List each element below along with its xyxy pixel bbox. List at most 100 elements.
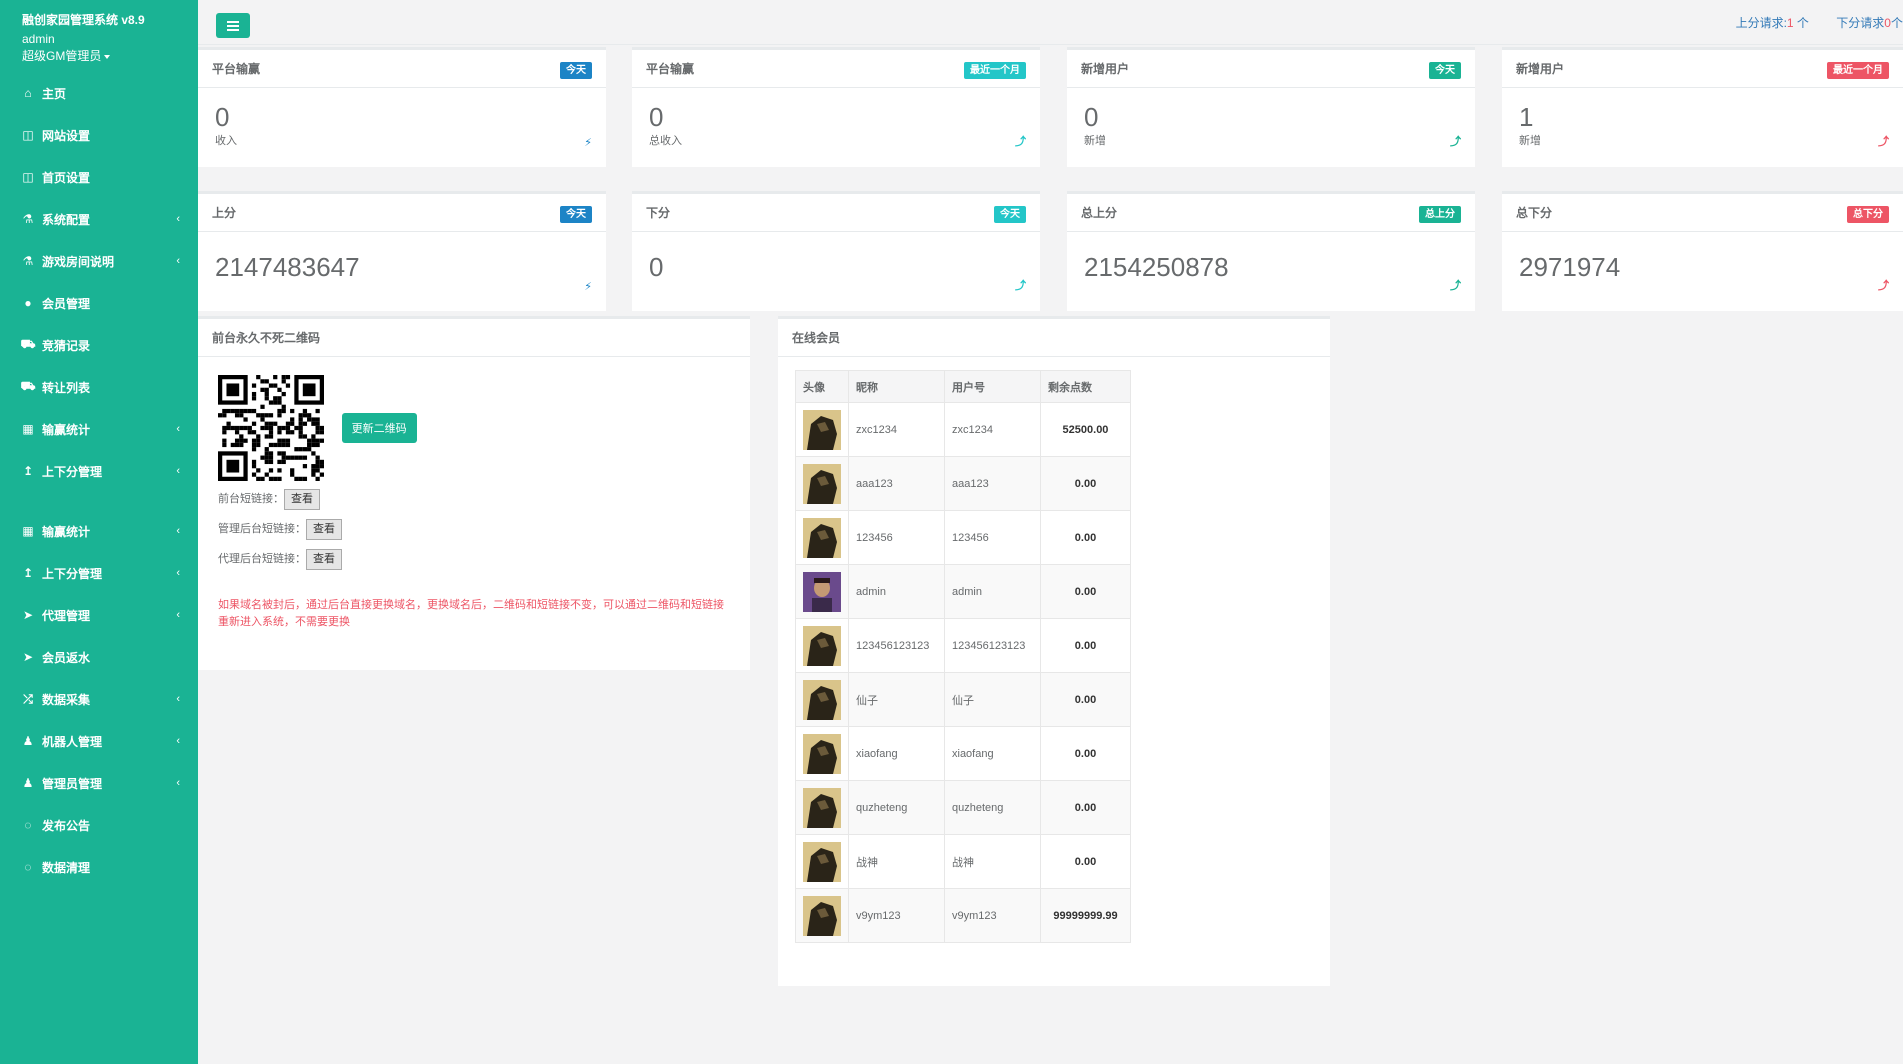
table-row[interactable]: admin admin 0.00 bbox=[795, 564, 1131, 619]
sidebar-item-17[interactable]: ◌ 发布公告 bbox=[0, 804, 198, 846]
view-link-button[interactable]: 查看 bbox=[306, 519, 342, 540]
stat-card-header: 平台输赢 今天 bbox=[198, 50, 606, 88]
down-request-link[interactable]: 下分请求0个 bbox=[1836, 16, 1903, 30]
chevron-left-icon: ‹ bbox=[176, 693, 180, 705]
sidebar-item-label: 转让列表 bbox=[42, 380, 91, 395]
chevron-left-icon: ‹ bbox=[176, 735, 180, 747]
flask-icon: ⚗ bbox=[22, 254, 34, 268]
nickname-cell: 仙子 bbox=[848, 672, 945, 727]
sidebar-item-16[interactable]: ♟ 管理员管理 ‹ bbox=[0, 762, 198, 804]
stat-card: 新增用户 今天 0 新增 ⤴ bbox=[1067, 47, 1475, 167]
user-role-dropdown[interactable]: 超级GM管理员 bbox=[22, 48, 198, 65]
sidebar-item-label: 上下分管理 bbox=[42, 566, 103, 581]
stat-card: 平台输赢 最近一个月 0 总收入 ⤴ bbox=[632, 47, 1040, 167]
sidebar-item-1[interactable]: ◫ 网站设置 bbox=[0, 114, 198, 156]
stat-card-header: 新增用户 最近一个月 bbox=[1502, 50, 1903, 88]
level-up-icon: ⤴ bbox=[1450, 136, 1461, 148]
sidebar-item-label: 代理管理 bbox=[42, 608, 91, 623]
comment-icon: ◌ bbox=[24, 818, 32, 832]
nickname-cell: 123456123123 bbox=[848, 618, 945, 673]
table-row[interactable]: v9ym123 v9ym123 99999999.99 bbox=[795, 888, 1131, 943]
short-link-label: 前台短链接： bbox=[218, 493, 284, 505]
sidebar-item-6[interactable]: ⛟ 竞猜记录 bbox=[0, 324, 198, 366]
down-request-label: 下分请求 bbox=[1836, 16, 1885, 30]
stat-card-header: 上分 今天 bbox=[198, 194, 606, 232]
view-link-button[interactable]: 查看 bbox=[306, 549, 342, 570]
stat-card-header: 总上分 总上分 bbox=[1067, 194, 1475, 232]
user-id-cell: admin bbox=[944, 564, 1041, 619]
user-id-cell: 123456123123 bbox=[944, 618, 1041, 673]
stat-card-header: 新增用户 今天 bbox=[1067, 50, 1475, 88]
table-row[interactable]: 仙子 仙子 0.00 bbox=[795, 672, 1131, 727]
nickname-cell: admin bbox=[848, 564, 945, 619]
view-link-button[interactable]: 查看 bbox=[284, 489, 320, 510]
sidebar-item-8[interactable]: ▦ 输赢统计 ‹ bbox=[0, 408, 198, 450]
sidebar-item-label: 首页设置 bbox=[42, 170, 91, 185]
bolt-icon: ⚡ bbox=[584, 281, 592, 293]
user-id-cell: 仙子 bbox=[944, 672, 1041, 727]
up-request-link[interactable]: 上分请求:1 个 bbox=[1736, 16, 1809, 30]
paper-plane-icon: ➤ bbox=[22, 608, 34, 622]
bar-chart-icon: ▦ bbox=[22, 422, 34, 436]
stat-card-body: 0 ⤴ bbox=[632, 232, 1040, 311]
sidebar-item-2[interactable]: ◫ 首页设置 bbox=[0, 156, 198, 198]
sidebar-item-10[interactable]: ▦ 输赢统计 ‹ bbox=[0, 510, 198, 552]
chevron-left-icon: ‹ bbox=[176, 255, 180, 267]
sidebar-item-0[interactable]: ⌂ 主页 bbox=[0, 72, 198, 114]
points-cell: 52500.00 bbox=[1040, 402, 1131, 457]
down-request-count: 0 bbox=[1884, 16, 1891, 30]
chevron-left-icon: ‹ bbox=[176, 423, 180, 435]
sidebar-item-9[interactable]: ↥ 上下分管理 ‹ bbox=[0, 450, 198, 492]
table-row[interactable]: 战神 战神 0.00 bbox=[795, 834, 1131, 889]
sidebar-item-4[interactable]: ⚗ 游戏房间说明 ‹ bbox=[0, 240, 198, 282]
car-icon: ⛟ bbox=[20, 379, 36, 393]
stat-subtitle: 新增 bbox=[1084, 135, 1106, 147]
sidebar-item-14[interactable]: ⤮ 数据采集 ‹ bbox=[0, 678, 198, 720]
table-row[interactable]: quzheteng quzheteng 0.00 bbox=[795, 780, 1131, 835]
table-row[interactable]: zxc1234 zxc1234 52500.00 bbox=[795, 402, 1131, 457]
stat-value: 2971974 bbox=[1519, 252, 1621, 282]
chevron-left-icon: ‹ bbox=[176, 567, 180, 579]
sidebar-item-5[interactable]: ● 会员管理 bbox=[0, 282, 198, 324]
down-request-unit: 个 bbox=[1890, 16, 1903, 30]
table-row[interactable]: aaa123 aaa123 0.00 bbox=[795, 456, 1131, 511]
stat-card: 上分 今天 2147483647 ⚡ bbox=[198, 191, 606, 311]
stat-card-header: 平台输赢 最近一个月 bbox=[632, 50, 1040, 88]
table-row[interactable]: xiaofang xiaofang 0.00 bbox=[795, 726, 1131, 781]
points-cell: 0.00 bbox=[1040, 510, 1131, 565]
level-up-icon: ⤴ bbox=[1015, 280, 1026, 292]
sidebar-item-15[interactable]: ♟ 机器人管理 ‹ bbox=[0, 720, 198, 762]
points-cell: 0.00 bbox=[1040, 618, 1131, 673]
sidebar-item-3[interactable]: ⚗ 系统配置 ‹ bbox=[0, 198, 198, 240]
user-id-cell: aaa123 bbox=[944, 456, 1041, 511]
sidebar-item-18[interactable]: ◌ 数据清理 bbox=[0, 846, 198, 888]
sidebar-item-12[interactable]: ➤ 代理管理 ‹ bbox=[0, 594, 198, 636]
short-links: 前台短链接： 查看 管理后台短链接： 查看 代理后台短链接： 查看 bbox=[218, 487, 730, 571]
stat-value: 0 bbox=[215, 102, 230, 132]
online-panel-title: 在线会员 bbox=[792, 331, 841, 345]
menu-toggle-button[interactable] bbox=[216, 13, 250, 38]
paper-plane-icon: ➤ bbox=[22, 650, 34, 664]
app-title: 融创家园管理系统 v8.9 bbox=[22, 13, 145, 27]
nickname-cell: 战神 bbox=[848, 834, 945, 889]
stat-badge: 今天 bbox=[560, 62, 592, 79]
sidebar-item-11[interactable]: ↥ 上下分管理 ‹ bbox=[0, 552, 198, 594]
sidebar-item-13[interactable]: ➤ 会员返水 bbox=[0, 636, 198, 678]
avatar bbox=[795, 510, 849, 565]
update-qr-button[interactable]: 更新二维码 bbox=[341, 413, 417, 443]
comment-icon: ◌ bbox=[24, 860, 32, 874]
table-row[interactable]: 123456 123456 0.00 bbox=[795, 510, 1131, 565]
table-row[interactable]: 123456123123 123456123123 0.00 bbox=[795, 618, 1131, 673]
male-icon: ♟ bbox=[22, 734, 34, 748]
chevron-left-icon: ‹ bbox=[176, 213, 180, 225]
top-navbar: 上分请求:1 个 下分请求0个 bbox=[198, 0, 1903, 45]
online-members-table: 头像 昵称 用户号 剩余点数 zxc1234 zxc1234 52500.00 aaa123… bbox=[795, 370, 1131, 943]
sidebar-item-label: 输赢统计 bbox=[42, 524, 91, 539]
column-header: 头像 bbox=[795, 370, 849, 403]
stat-value: 2154250878 bbox=[1084, 252, 1229, 282]
qr-panel-title: 前台永久不死二维码 bbox=[212, 331, 321, 345]
sidebar-item-label: 竞猜记录 bbox=[42, 338, 91, 353]
sidebar-item-7[interactable]: ⛟ 转让列表 bbox=[0, 366, 198, 408]
sidebar-item-label: 系统配置 bbox=[42, 212, 91, 227]
sidebar: 融创家园管理系统 v8.9 admin 超级GM管理员 ⌂ 主页 ◫ 网站设置 ◫ 首页设… bbox=[0, 0, 198, 1064]
